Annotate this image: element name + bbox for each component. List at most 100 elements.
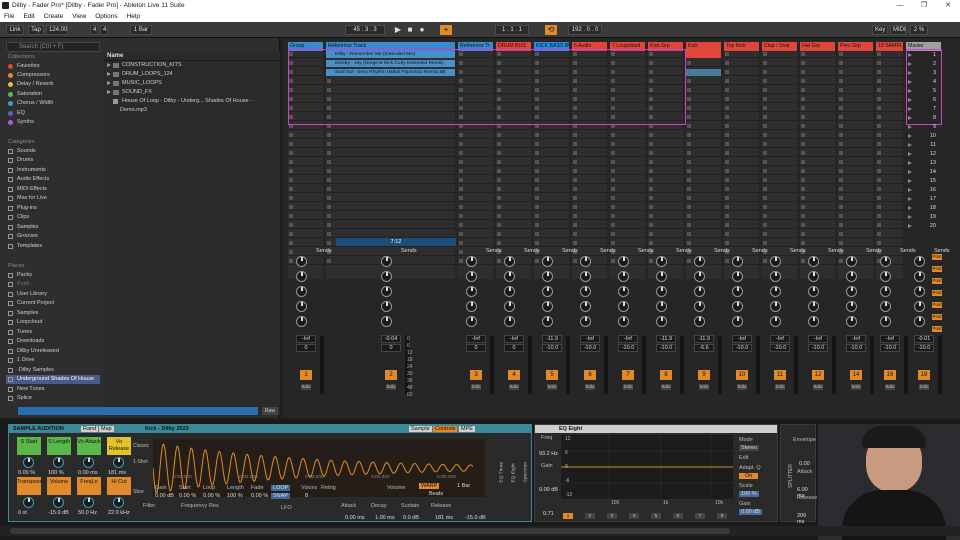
clip-slot[interactable] — [534, 141, 569, 148]
eq-band-button[interactable]: 2 — [585, 513, 595, 519]
clip-slot[interactable] — [724, 123, 759, 130]
clip-slot[interactable] — [458, 195, 493, 202]
post-button[interactable]: Post — [932, 326, 942, 332]
track-activator[interactable]: 19 — [918, 370, 930, 380]
stop-button-icon[interactable] — [573, 259, 577, 263]
clip-slot[interactable] — [572, 177, 607, 184]
expand-icon[interactable] — [107, 81, 111, 85]
macro-button[interactable]: Hi Cut — [107, 477, 131, 495]
clip-slot[interactable] — [496, 159, 531, 166]
stop-button-icon[interactable] — [725, 196, 729, 200]
clip-slot[interactable] — [534, 204, 569, 211]
category-midi-effects[interactable]: MIDI Effects — [6, 185, 100, 194]
stop-button-icon[interactable] — [327, 187, 331, 191]
stop-button-icon[interactable] — [877, 187, 881, 191]
solo-button[interactable]: Solo — [471, 384, 481, 390]
send-knob-icon[interactable] — [914, 256, 925, 267]
stop-button-icon[interactable] — [839, 97, 843, 101]
stop-button-icon[interactable] — [801, 223, 805, 227]
clip-slot[interactable] — [326, 150, 455, 157]
post-button[interactable]: Post — [932, 254, 942, 260]
clip-slot[interactable] — [610, 222, 645, 229]
clip-slot[interactable] — [800, 51, 835, 58]
scene-launch[interactable]: 12 — [906, 150, 938, 159]
clip-slot[interactable] — [724, 177, 759, 184]
clip-slot[interactable] — [534, 186, 569, 193]
mode-one-shot[interactable]: 1-Shot — [133, 459, 148, 465]
stop-button-icon[interactable] — [573, 187, 577, 191]
scene-launch[interactable]: 2 — [906, 60, 938, 69]
send-knob-icon[interactable] — [618, 256, 629, 267]
stop-button-icon[interactable] — [763, 169, 767, 173]
stop-button-icon[interactable] — [839, 160, 843, 164]
volume-field[interactable]: -0.04 — [381, 335, 401, 343]
stop-button-icon[interactable] — [459, 259, 463, 263]
stop-button-icon[interactable] — [611, 142, 615, 146]
clip-slot[interactable] — [762, 114, 797, 121]
stop-button-icon[interactable] — [573, 151, 577, 155]
clip-slot[interactable] — [800, 231, 835, 238]
macro-knob-icon[interactable] — [23, 497, 34, 508]
stop-button-icon[interactable] — [725, 205, 729, 209]
collection-compressors[interactable]: Compressors — [6, 71, 100, 80]
stop-button-icon[interactable] — [611, 151, 615, 155]
category-templates[interactable]: Templates — [6, 242, 100, 251]
stop-button-icon[interactable] — [839, 106, 843, 110]
stop-button-icon[interactable] — [459, 241, 463, 245]
clip-slot[interactable] — [288, 213, 323, 220]
voices-value[interactable]: 8 — [305, 493, 308, 499]
category-sounds[interactable]: Sounds — [6, 147, 100, 156]
clip-slot[interactable] — [800, 213, 835, 220]
stop-button-icon[interactable] — [763, 115, 767, 119]
send-knob-icon[interactable] — [580, 256, 591, 267]
volume-field[interactable]: -11.9 — [656, 335, 676, 343]
category-max-for-live[interactable]: Max for Live — [6, 194, 100, 203]
stop-button-icon[interactable] — [535, 259, 539, 263]
stop-button-icon[interactable] — [801, 232, 805, 236]
scene-play-icon[interactable] — [908, 89, 912, 93]
send-knob-icon[interactable] — [880, 301, 891, 312]
stop-button-icon[interactable] — [801, 178, 805, 182]
clip-slot[interactable] — [496, 150, 531, 157]
clip-slot[interactable] — [288, 150, 323, 157]
clip-slot[interactable] — [686, 168, 721, 175]
stop-button-icon[interactable] — [839, 88, 843, 92]
collection-eq[interactable]: EQ — [6, 109, 100, 118]
stop-button-icon[interactable] — [327, 160, 331, 164]
stop-button-icon[interactable] — [611, 205, 615, 209]
volume-field[interactable]: -Inf — [504, 335, 524, 343]
clip-slot[interactable] — [800, 159, 835, 166]
stop-button-icon[interactable] — [725, 106, 729, 110]
send-knob-icon[interactable] — [504, 256, 515, 267]
clip-slot[interactable] — [534, 132, 569, 139]
stop-button-icon[interactable] — [687, 79, 691, 83]
send-knob-icon[interactable] — [381, 286, 392, 297]
stop-button-icon[interactable] — [573, 196, 577, 200]
clip-slot[interactable] — [762, 141, 797, 148]
pan-field[interactable]: -10.0 — [846, 344, 866, 352]
clip-slot[interactable] — [876, 240, 903, 247]
stop-button-icon[interactable] — [877, 61, 881, 65]
place-splice[interactable]: Splice — [6, 394, 100, 403]
stop-button-icon[interactable] — [611, 232, 615, 236]
stop-button-icon[interactable] — [535, 187, 539, 191]
send-knob-icon[interactable] — [580, 271, 591, 282]
clip-slot[interactable] — [610, 231, 645, 238]
scene-play-icon[interactable] — [908, 134, 912, 138]
clip-slot[interactable] — [686, 60, 721, 67]
stop-button-icon[interactable] — [763, 214, 767, 218]
stop-button-icon[interactable] — [877, 241, 881, 245]
clip-slot[interactable] — [800, 114, 835, 121]
stop-button-icon[interactable] — [687, 259, 691, 263]
stop-button-icon[interactable] — [839, 79, 843, 83]
tab-mpe[interactable]: MPE — [459, 426, 475, 432]
stop-button-icon[interactable] — [725, 214, 729, 218]
stop-button-icon[interactable] — [327, 142, 331, 146]
clip-slot[interactable] — [288, 168, 323, 175]
clip-slot[interactable] — [610, 141, 645, 148]
send-knob-icon[interactable] — [466, 271, 477, 282]
clip-slot[interactable] — [326, 195, 455, 202]
solo-button[interactable]: Solo — [813, 384, 823, 390]
clip-slot[interactable] — [458, 222, 493, 229]
clip-slot[interactable] — [876, 231, 903, 238]
